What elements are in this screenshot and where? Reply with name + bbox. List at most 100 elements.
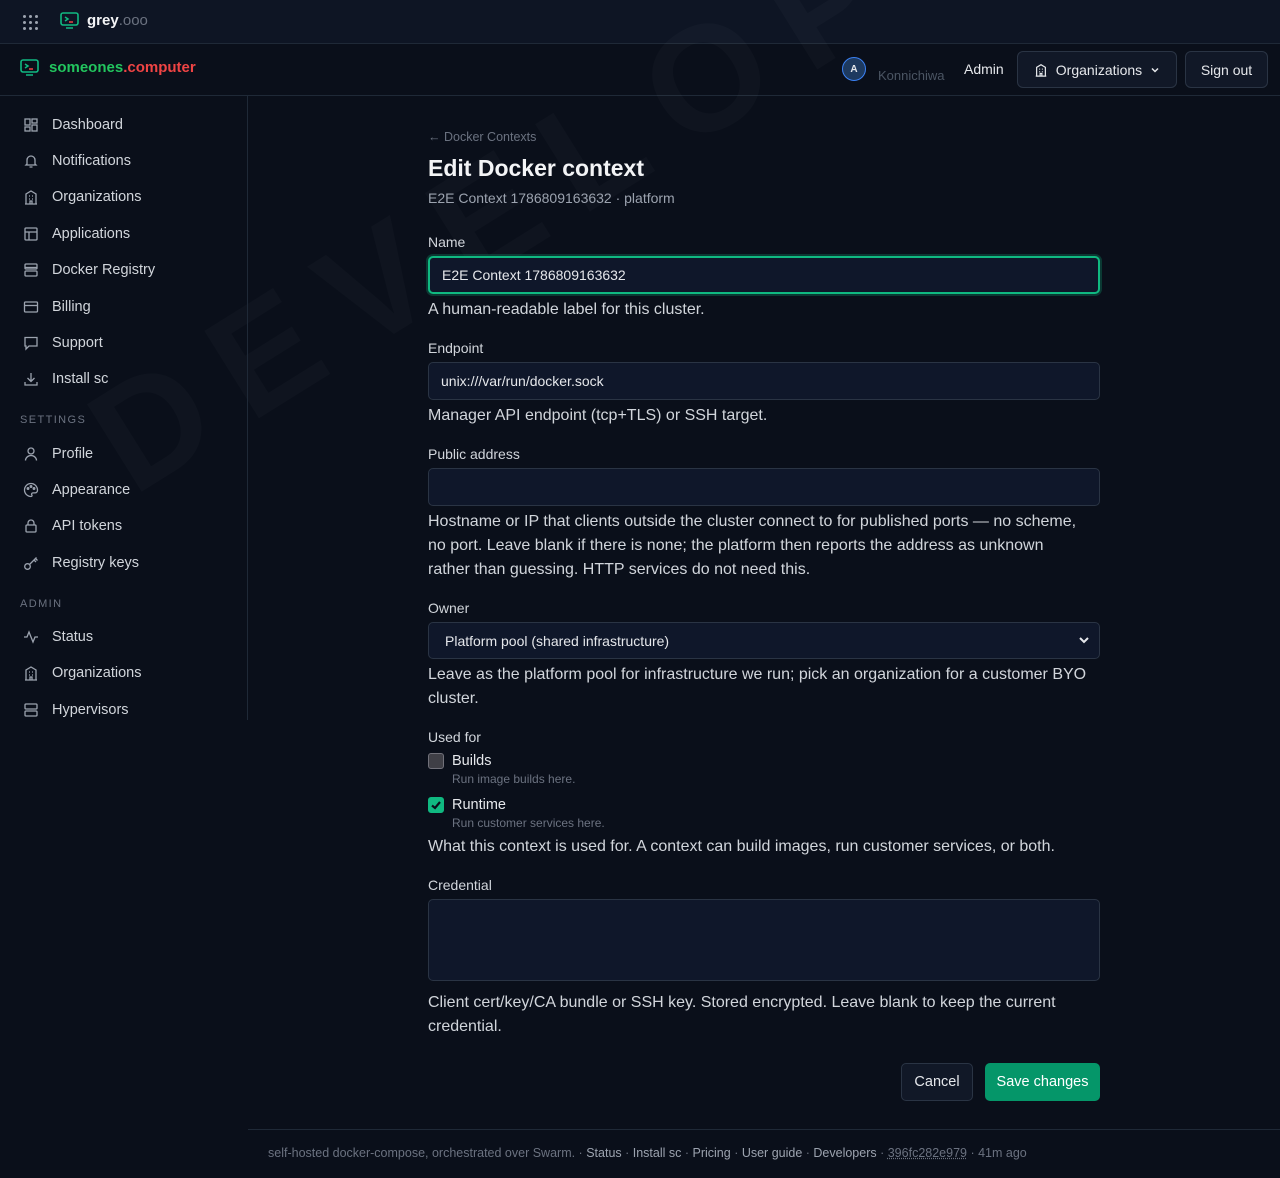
sidebar-item-api-tokens[interactable]: API tokens [0, 511, 247, 541]
credential-help-line-1: Client cert/key/CA bundle or SSH key. St… [428, 994, 1056, 1011]
brand-red-part: .computer [123, 59, 196, 76]
server-icon [24, 703, 38, 717]
user-icon [24, 447, 38, 461]
sidebar-item-registry-keys[interactable]: Registry keys [0, 548, 247, 578]
app-brand[interactable]: someones.computer [20, 59, 196, 76]
apps-grid-icon[interactable] [22, 14, 38, 30]
checkmark-icon [431, 801, 441, 810]
sidebar-item-label: Organizations [52, 189, 142, 205]
footer: self-hosted docker-compose, orchestrated… [248, 1129, 1280, 1178]
save-changes-button[interactable]: Save changes [985, 1063, 1100, 1101]
footer-commit-hash[interactable]: 396fc282e979 [888, 1146, 967, 1160]
sidebar-item-label: Registry keys [52, 555, 140, 571]
footer-tagline: self-hosted docker-compose, orchestrated… [268, 1146, 583, 1160]
owner-help-line-1: Leave as the platform pool for infrastru… [428, 666, 1087, 683]
public-address-label: Public address [428, 446, 520, 462]
sidebar-item-label: Organizations [52, 665, 142, 681]
top-brand[interactable]: grey.ooo [60, 12, 148, 29]
name-input[interactable] [428, 256, 1100, 294]
footer-link-status[interactable]: Status [586, 1146, 621, 1160]
card-icon [23, 301, 39, 313]
download-icon [24, 373, 38, 386]
bell-icon [24, 155, 38, 168]
sidebar-item-admin-organizations[interactable]: Organizations [0, 658, 247, 688]
public-address-input[interactable] [428, 468, 1100, 506]
footer-link-pricing[interactable]: Pricing [693, 1146, 731, 1160]
activity-icon [24, 630, 38, 644]
page-title: Edit Docker context [428, 155, 644, 181]
sidebar-item-appearance[interactable]: Appearance [0, 475, 247, 505]
avatar[interactable]: A [842, 57, 866, 81]
sidebar-item-label: Appearance [52, 482, 131, 498]
terminal-monitor-icon [20, 59, 39, 76]
chevron-down-icon [1151, 67, 1159, 73]
sidebar-item-organizations[interactable]: Organizations [0, 182, 247, 212]
public-address-help-line-1: Hostname or IP that clients outside the … [428, 513, 1077, 530]
sign-out-button[interactable]: Sign out [1185, 51, 1268, 88]
palette-icon [23, 482, 39, 498]
owner-selected-value: Platform pool (shared infrastructure) [445, 632, 670, 649]
sidebar-item-billing[interactable]: Billing [0, 292, 247, 322]
admin-section-label: ADMIN [20, 598, 63, 610]
top-bar: grey.ooo [0, 0, 1280, 44]
sidebar-item-hypervisors[interactable]: Hypervisors [0, 695, 247, 725]
builds-label: Builds [452, 753, 492, 769]
cancel-button[interactable]: Cancel [901, 1063, 973, 1101]
top-brand-name: grey [87, 12, 119, 29]
public-address-help-line-2: no port. Leave blank if there is none; t… [428, 537, 1044, 554]
sidebar-item-label: Notifications [52, 153, 131, 169]
top-brand-suffix: .ooo [118, 12, 148, 29]
sidebar-item-install-sc[interactable]: Install sc [0, 364, 247, 394]
sidebar-item-docker-registry[interactable]: Docker Registry [0, 255, 247, 285]
owner-help-line-2: cluster. [428, 690, 479, 707]
chevron-down-icon [1079, 637, 1089, 644]
credential-label: Credential [428, 877, 492, 893]
organizations-button-label: Organizations [1055, 61, 1143, 78]
server-icon [24, 263, 38, 277]
sidebar-item-applications[interactable]: Applications [0, 219, 247, 249]
footer-link-developers[interactable]: Developers [813, 1146, 876, 1160]
settings-section-label: SETTINGS [20, 414, 87, 426]
credential-textarea[interactable] [428, 899, 1100, 981]
footer-link-user-guide[interactable]: User guide [742, 1146, 802, 1160]
building-icon [1035, 63, 1047, 77]
sidebar-item-label: Dashboard [52, 117, 123, 133]
chat-icon [24, 336, 38, 351]
endpoint-input[interactable] [428, 362, 1100, 400]
name-label: Name [428, 234, 466, 250]
owner-select[interactable]: Platform pool (shared infrastructure) [428, 622, 1100, 659]
organizations-dropdown-button[interactable]: Organizations [1017, 51, 1177, 88]
app-header: someones.computer A Konnichiwa Admin Org… [0, 44, 1280, 96]
sidebar-item-notifications[interactable]: Notifications [0, 146, 247, 176]
user-role: Admin [964, 61, 1004, 77]
sidebar-item-support[interactable]: Support [0, 328, 247, 358]
sidebar-item-label: Docker Registry [52, 262, 156, 278]
sidebar-item-label: Support [52, 335, 103, 351]
footer-age: · 41m ago [970, 1146, 1027, 1160]
terminal-monitor-icon [60, 12, 79, 29]
sidebar-item-label: Applications [52, 226, 131, 242]
runtime-checkbox[interactable] [428, 797, 444, 813]
page-subtitle: E2E Context 1786809163632 · platform [428, 190, 675, 206]
used-for-help: What this context is used for. A context… [428, 838, 1055, 855]
sidebar-item-label: API tokens [52, 518, 123, 534]
sidebar-item-label: Billing [52, 299, 91, 315]
sidebar-item-label: Hypervisors [52, 702, 129, 718]
name-help: A human-readable label for this cluster. [428, 301, 705, 318]
footer-line: self-hosted docker-compose, orchestrated… [268, 1146, 1027, 1160]
credential-help-line-2: credential. [428, 1018, 502, 1035]
dashboard-icon [24, 118, 38, 132]
runtime-label: Runtime [452, 797, 506, 813]
lock-icon [25, 519, 37, 533]
layout-icon [24, 227, 38, 241]
sidebar-item-profile[interactable]: Profile [0, 439, 247, 469]
runtime-description: Run customer services here. [452, 816, 605, 830]
key-icon [24, 557, 38, 570]
builds-checkbox[interactable] [428, 753, 444, 769]
building-icon [25, 666, 37, 681]
sidebar-item-dashboard[interactable]: Dashboard [0, 110, 247, 140]
greeting-text: Konnichiwa [878, 68, 945, 83]
sidebar-item-status[interactable]: Status [0, 622, 247, 652]
back-to-docker-contexts-link[interactable]: ← Docker Contexts [428, 130, 536, 144]
footer-link-install-sc[interactable]: Install sc [633, 1146, 682, 1160]
